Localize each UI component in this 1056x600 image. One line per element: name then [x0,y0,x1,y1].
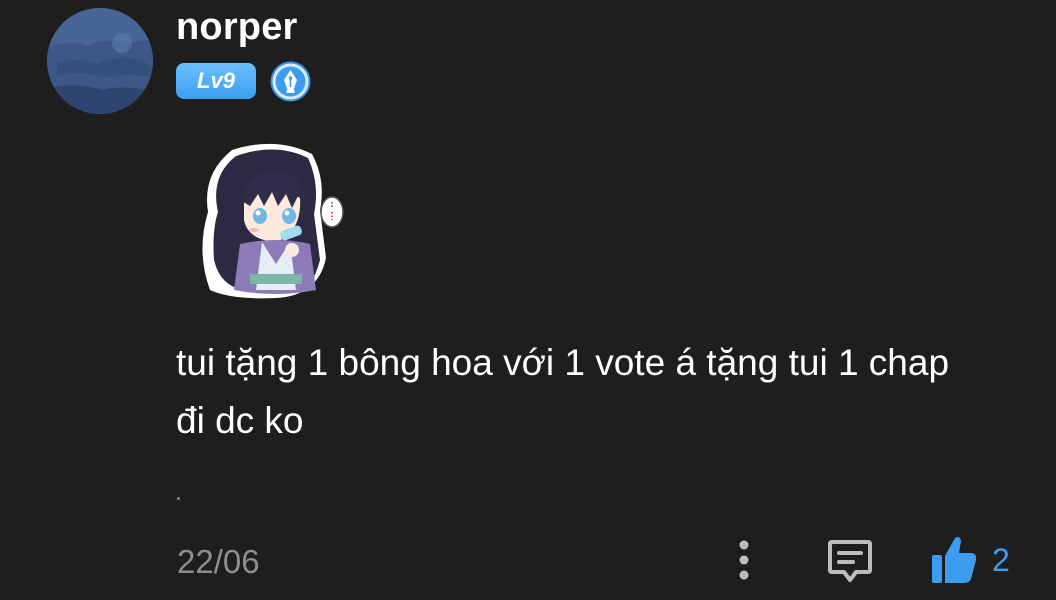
more-vertical-icon [739,540,749,580]
comment-date: 22/06 [177,543,260,580]
reply-button[interactable] [826,536,874,584]
like-count: 2 [992,541,1010,578]
sticker-image [192,140,360,302]
level-badge: Lv9 [176,63,256,99]
comment-text: tui tặng 1 bông hoa với 1 vote á tặng tu… [176,342,950,441]
comment-card: norper Lv9 tui tặng 1 bông hoa với 1 vot… [0,0,1056,600]
username[interactable]: norper [176,6,298,49]
divider-dot [177,497,180,500]
like-button[interactable]: 2 [930,534,1010,586]
thumbs-up-icon [932,537,977,583]
fountain-pen-icon [270,61,311,102]
comment-reply-icon [828,540,872,582]
avatar[interactable] [47,8,153,114]
avatar-image [47,8,153,114]
more-options-button[interactable] [728,538,760,582]
